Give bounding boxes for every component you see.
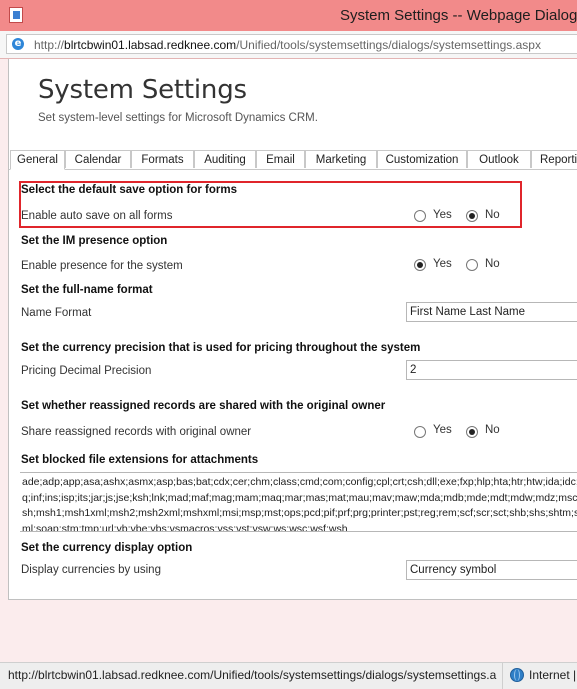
page-title: System Settings <box>38 75 247 105</box>
precision-select[interactable]: 2 <box>406 360 577 380</box>
reassigned-label: Share reassigned records with original o… <box>21 426 252 438</box>
app-icon <box>9 7 23 23</box>
precision-label: Pricing Decimal Precision <box>21 365 152 377</box>
fullname-label: Name Format <box>21 307 92 319</box>
tab-email[interactable]: Email <box>256 150 305 168</box>
settings-panel: System Settings Set system-level setting… <box>8 59 577 600</box>
blocked-ext-section-title: Set blocked file extensions for attachme… <box>21 454 259 466</box>
reassigned-yes-radio[interactable] <box>414 426 426 438</box>
blocked-extensions-textarea[interactable]: ade;adp;app;asa;ashx;asmx;asp;bas;bat;cd… <box>20 472 577 532</box>
tab-customization[interactable]: Customization <box>377 150 467 168</box>
reassigned-yes-label: Yes <box>433 424 452 436</box>
zone-label: Internet | <box>529 668 577 682</box>
tab-formats[interactable]: Formats <box>131 150 194 168</box>
url-path: /Unified/tools/systemsettings/dialogs/sy… <box>236 38 541 52</box>
tab-auditing[interactable]: Auditing <box>194 150 256 168</box>
globe-icon <box>510 668 524 682</box>
presence-no-radio[interactable] <box>466 259 478 271</box>
title-bar: System Settings -- Webpage Dialog <box>0 0 577 31</box>
currency-display-label: Display currencies by using <box>21 564 161 576</box>
tab-reporting[interactable]: Reporting <box>531 150 577 168</box>
tab-outlook[interactable]: Outlook <box>467 150 531 168</box>
tab-calendar[interactable]: Calendar <box>65 150 131 168</box>
presence-section-title: Set the IM presence option <box>21 235 168 247</box>
autosave-no-label: No <box>485 209 500 221</box>
reassigned-no-label: No <box>485 424 500 436</box>
currency-display-section-title: Set the currency display option <box>21 542 193 554</box>
status-url: http://blrtcbwin01.labsad.redknee.com/Un… <box>8 668 497 682</box>
presence-yes-label: Yes <box>433 258 452 270</box>
autosave-yes-label: Yes <box>433 209 452 221</box>
currency-display-select[interactable]: Currency symbol <box>406 560 577 580</box>
autosave-no-radio[interactable] <box>466 210 478 222</box>
window-title: System Settings -- Webpage Dialog <box>340 7 577 24</box>
status-bar: http://blrtcbwin01.labsad.redknee.com/Un… <box>0 662 577 689</box>
url-host: blrtcbwin01.labsad.redknee.com <box>64 38 237 52</box>
presence-no-label: No <box>485 258 500 270</box>
ie-icon: e <box>12 38 24 50</box>
name-format-select[interactable]: First Name Last Name <box>406 302 577 322</box>
reassigned-section-title: Set whether reassigned records are share… <box>21 400 386 412</box>
url-field[interactable]: e http://blrtcbwin01.labsad.redknee.com/… <box>6 34 577 54</box>
autosave-yes-radio[interactable] <box>414 210 426 222</box>
page-subtitle: Set system-level settings for Microsoft … <box>38 112 318 124</box>
tab-general[interactable]: General <box>10 150 65 170</box>
fullname-section-title: Set the full-name format <box>21 284 153 296</box>
precision-section-title: Set the currency precision that is used … <box>21 342 421 354</box>
url-prefix: http:// <box>34 38 65 52</box>
address-bar: e http://blrtcbwin01.labsad.redknee.com/… <box>0 31 577 59</box>
url-text: http://blrtcbwin01.labsad.redknee.com/Un… <box>34 38 541 52</box>
tab-strip: General Calendar Formats Auditing Email … <box>9 150 577 170</box>
autosave-label: Enable auto save on all forms <box>21 210 173 222</box>
tab-marketing[interactable]: Marketing <box>305 150 377 168</box>
security-zone[interactable]: Internet | <box>502 663 577 689</box>
presence-label: Enable presence for the system <box>21 260 183 272</box>
presence-yes-radio[interactable] <box>414 259 426 271</box>
autosave-section-title: Select the default save option for forms <box>21 184 237 196</box>
reassigned-no-radio[interactable] <box>466 426 478 438</box>
